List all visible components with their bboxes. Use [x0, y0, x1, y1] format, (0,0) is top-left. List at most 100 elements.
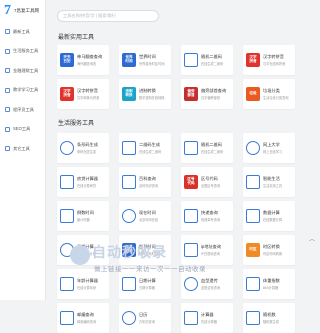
tool-card[interactable]: 二维码生成 在线生成二维码 [119, 133, 171, 163]
tool-name: 时区转换 [263, 243, 280, 249]
tool-name: 智能生活 [263, 175, 280, 181]
logo-text: 7息复工具网 [14, 8, 40, 13]
tool-description: 汉字偏旁部首 [201, 96, 221, 101]
sidebar-item[interactable]: 金融理财工具 [0, 61, 45, 81]
tool-description: 汉字转换为拼音 [77, 96, 100, 101]
tool-description: 北京时间在线 [139, 218, 159, 223]
back-to-top-button[interactable]: ︿ [308, 236, 316, 244]
section-title: 生活服务工具 [58, 121, 95, 127]
tool-card[interactable]: 区号 代码 区号代码 全国区号查询 [181, 167, 233, 197]
tool-description: 条码在线生成 [77, 150, 97, 155]
tool-card[interactable]: 随机二维码 在线生成二维码 [181, 133, 233, 163]
tool-icon [246, 141, 260, 155]
tool-card[interactable]: 垃圾 垃圾分类 生活垃圾分类查询 [243, 79, 295, 109]
tool-card[interactable]: 体重指数 BMI计算器 [243, 269, 295, 299]
sidebar-item[interactable]: 最新工具 [0, 22, 45, 42]
tool-card[interactable]: 天天 日历 神马翻查查询 海外翻查询查 [57, 45, 109, 75]
tool-description: 在线生成二维码 [139, 150, 162, 155]
category-icon [5, 146, 10, 152]
tool-icon [246, 311, 260, 325]
tool-description: 百科知识查询 [139, 184, 159, 189]
tool-name: 年龄计算器 [77, 277, 98, 283]
sidebar-item[interactable]: 其它工具 [0, 139, 45, 159]
tool-card[interactable]: 房贷计算器 在线计算房贷 [57, 167, 109, 197]
tool-icon [184, 311, 198, 325]
tool-card[interactable]: 智能生活生活实用工具 [243, 167, 295, 197]
sidebar-item-label: 其它工具 [13, 145, 30, 151]
tool-icon [184, 277, 198, 291]
sidebar: 7 7息复工具网 最新工具生活服务工具金融理财工具 教学学习工具 程序员工具 SEO工… [0, 0, 46, 300]
tool-card[interactable]: 数据计算 在线数据计算 [243, 201, 295, 231]
tool-card[interactable]: 随机二维码 在线生成二维码 [181, 45, 233, 75]
tool-card[interactable]: 进制 转换 进制转换数字进制在线转换 [119, 79, 171, 109]
tool-description: 万年历查询 [139, 320, 155, 325]
tool-description: 在线计算器 [201, 320, 217, 325]
tool-name: 现在时间 [139, 209, 156, 215]
tool-description: 血型遗传查询 [201, 286, 221, 291]
tool-name: 汉字转拼音 [77, 87, 98, 93]
search-input[interactable]: 工具名称/拼音/字 | 搜索/换行 [57, 10, 159, 22]
sidebar-item[interactable]: SEO工具 [0, 120, 45, 140]
tool-card[interactable]: 邮编查询 邮政编码查询 [57, 303, 109, 333]
tool-description: 数字进制在线转换 [139, 96, 165, 101]
tool-card[interactable]: 偏旁 部首 偏旁部首查询 汉字偏旁部首 [181, 79, 233, 109]
tool-name: 数据计算 [263, 209, 280, 215]
category-icon [5, 29, 10, 35]
tool-card[interactable]: 百科查询百科知识查询 [119, 167, 171, 197]
tool-name: 进制转换 [139, 87, 156, 93]
tool-card[interactable]: 条形码生成条码在线生成 [57, 133, 109, 163]
tool-description: 在线生成二维码 [201, 62, 224, 67]
sidebar-item[interactable]: 教学学习工具 [0, 81, 45, 101]
tool-icon: 汉字 拼音 [60, 87, 74, 101]
tool-name: 倒数时间 [77, 209, 94, 215]
tool-description: 海外翻查询查 [77, 62, 97, 67]
sidebar-item-label: 最新工具 [13, 28, 30, 34]
section-title: 最新实用工具 [58, 35, 95, 41]
category-icon [5, 126, 10, 132]
tool-card[interactable]: 汉字 拼音 汉字转拼音汉字转换为拼音 [57, 79, 109, 109]
tool-icon [60, 277, 74, 291]
sidebar-item-label: 金融理财工具 [13, 67, 39, 73]
tool-card[interactable]: 日历 万年历查询 [119, 303, 171, 333]
tool-icon: 天天 日历 [60, 53, 74, 67]
tool-name: 快递查询 [201, 209, 218, 215]
tool-icon [184, 53, 198, 67]
tool-name: 网上大学 [263, 141, 280, 147]
sidebar-item-label: 教学学习工具 [13, 87, 39, 93]
tool-card[interactable]: 汉字 拼音 汉字转拼音 汉字在线转拼音 [243, 45, 295, 75]
tool-icon [246, 277, 260, 291]
tool-icon: 偏旁 部首 [184, 87, 198, 101]
sidebar-item[interactable]: 程序员工具 [0, 100, 45, 120]
sidebar-item-label: SEO工具 [13, 126, 31, 132]
tool-description: 世界各地时区时间 [139, 62, 165, 67]
tool-icon [60, 311, 74, 325]
tool-icon: 进制 转换 [122, 87, 136, 101]
logo[interactable]: 7 7息复工具网 [0, 0, 45, 22]
tool-description: 在线生成二维码 [201, 150, 224, 155]
tool-icon [122, 209, 136, 223]
tool-icon [122, 277, 136, 291]
tool-name: 计算器 [201, 311, 214, 317]
tool-icon [246, 209, 260, 223]
tool-name: 百科查询 [139, 175, 156, 181]
tool-name: 随机数 [263, 311, 276, 317]
tool-card[interactable]: 世界 时间 世界时间 世界各地时区时间 [119, 45, 171, 75]
watermark-title: 自动秒收录 [92, 244, 167, 260]
sidebar-item[interactable]: 生活服务工具 [0, 42, 45, 62]
watermark-subtitle: 做上链接一一来访一次一一自动收录 [94, 266, 206, 273]
sidebar-item-label: 程序员工具 [13, 106, 34, 112]
tool-name: 日期计算 [139, 277, 156, 283]
tool-icon [122, 311, 136, 325]
tool-card[interactable]: 时区 时区转换 时区时间转换 [243, 235, 295, 265]
tool-name: 条形码生成 [77, 141, 98, 147]
tool-card[interactable]: 现在时间北京时间在线 [119, 201, 171, 231]
tool-card[interactable]: 计算器 在线计算器 [181, 303, 233, 333]
tool-description: 倒计时器 [77, 218, 90, 223]
tool-card[interactable]: 随机数 随机数生成 [243, 303, 295, 333]
tool-name: 区号代码 [201, 175, 218, 181]
tool-card[interactable]: 网上大学网上在线学习 [243, 133, 295, 163]
tool-description: 生活实用工具 [263, 184, 283, 189]
tool-card[interactable]: 倒数时间 倒计时器 [57, 201, 109, 231]
tool-description: 网上在线学习 [263, 150, 283, 155]
tool-card[interactable]: 快递查询 快递单号查询 [181, 201, 233, 231]
